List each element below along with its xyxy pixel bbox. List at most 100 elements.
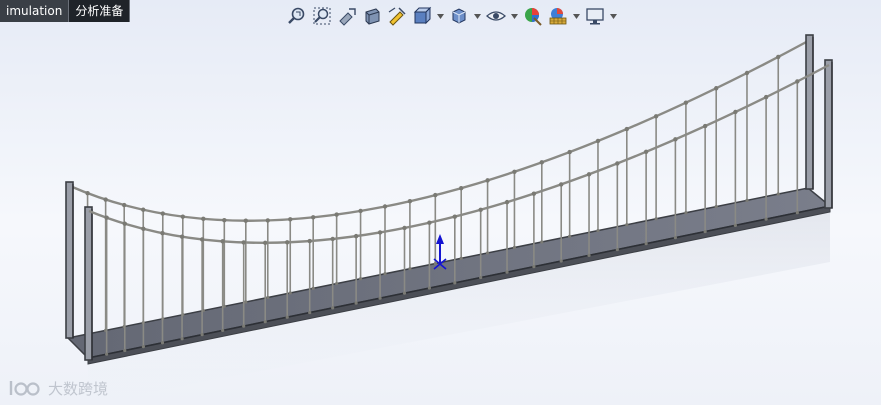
view-orientation-dropdown[interactable] [436,5,444,27]
front-deck-node [795,211,799,215]
back-cable-node [485,178,490,183]
chevron-down-icon [436,13,444,19]
zoom-to-fit-button[interactable] [286,5,308,27]
graphics-viewport[interactable] [0,0,881,405]
back-deck-node [408,267,412,271]
front-deck-node [559,259,563,263]
front-cable-node [702,123,708,129]
back-cable-node [567,149,572,155]
back-deck-node [596,228,600,233]
deck-reflection [88,212,830,404]
back-deck-node [654,217,658,221]
dynamic-annotation-button[interactable] [386,5,408,27]
front-deck-node [764,217,768,221]
back-deck-node [433,261,437,266]
watermark-text: 大数跨境 [48,379,109,398]
view-settings-dropdown[interactable] [609,5,617,27]
front-cable-node [307,238,312,244]
front-deck-node [505,270,509,274]
front-deck-node [221,328,225,333]
triad-y-arrowhead [436,234,444,244]
tab-analysis-preparation[interactable]: 分析准备 [69,0,131,22]
front-cable-node [733,109,738,115]
back-cable-node [85,190,90,196]
front-cable-node [402,225,407,231]
back-deck-node [714,205,718,209]
front-deck-node [105,352,109,356]
back-cable-node [334,212,339,217]
back-cable-node [433,192,438,198]
back-deck-node [244,300,248,304]
front-cable-node [643,149,649,154]
hide-show-items-button[interactable] [485,5,507,27]
back-deck-node [625,223,629,227]
display-style-dropdown[interactable] [473,5,481,27]
back-deck-node [745,198,749,202]
front-deck-node [331,306,335,310]
deck-front-edge [87,205,831,365]
back-cable-node [201,216,206,222]
apply-scene-button[interactable] [547,5,569,27]
back-cable-node [512,169,517,174]
previous-view-button[interactable] [336,5,358,27]
tab-simulation[interactable]: imulation [0,0,70,22]
front-deck-node [703,229,707,234]
command-manager-tabs: imulation 分析准备 [0,0,131,22]
front-deck-node [532,265,536,269]
front-deck-node [644,242,648,246]
back-cable-node [595,138,601,144]
display-style-button[interactable] [448,5,470,27]
front-deck-node [587,253,591,257]
back-cable-node [407,199,413,204]
hide-show-items-dropdown[interactable] [510,5,518,27]
back-deck-node [568,234,572,238]
front-deck-node [308,310,312,315]
back-cable-node [311,215,316,220]
dynamic-annotation-icon [388,7,406,26]
front-deck-node [427,286,432,290]
display-style-icon [452,8,466,24]
previous-view-icon [339,8,356,26]
apply-scene-dropdown[interactable] [572,5,580,27]
view-settings-button[interactable] [584,5,606,27]
front-deck-node [733,223,737,227]
front-cable-node [586,172,592,177]
section-view-button[interactable] [361,5,383,27]
back-cable-node [288,217,293,222]
back-cable-node [624,126,629,132]
back-deck-node [459,256,463,260]
front-deck-node [378,296,382,300]
front-deck-node [615,247,619,252]
zoom-area-button[interactable] [311,5,333,27]
back-deck-node [540,240,544,244]
edit-appearance-icon [525,8,542,26]
front-deck-node [479,275,483,280]
view-orientation-button[interactable] [411,5,433,27]
back-cable-node [653,114,659,119]
front-deck-node [242,324,246,328]
front-cable-node [353,233,359,239]
front-deck-node [453,281,457,285]
front-cable-node [504,199,510,205]
hide-show-items-icon [486,11,506,21]
back-deck-node [358,277,363,281]
back-deck-node [311,286,315,290]
left-back-tower [65,181,74,339]
back-cable-node [180,214,185,219]
back-cable-node [265,218,270,223]
back-cable-node [243,218,248,223]
front-deck-node [160,341,165,345]
back-deck-node [512,245,517,250]
back-deck-node [776,192,780,196]
front-deck-node [673,236,677,240]
front-cable-node [452,214,458,219]
back-cable-node [103,197,108,202]
back-cable-node [683,100,689,105]
front-deck-node [354,301,358,305]
view-orientation-icon [413,6,432,25]
edit-appearance-button[interactable] [522,5,544,27]
zoom-to-fit-icon [288,7,305,24]
front-cable-node [160,230,165,236]
back-cable-node [459,185,464,191]
front-deck-node [123,348,127,353]
